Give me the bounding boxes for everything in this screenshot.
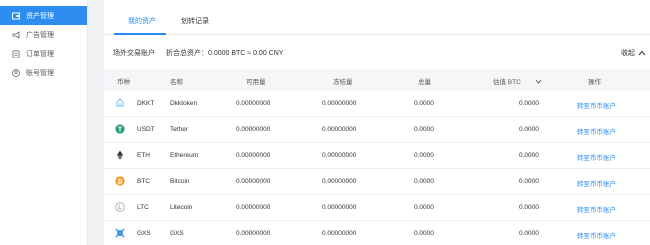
collapse-button[interactable]: 收起 xyxy=(621,48,646,58)
cell-symbol: USDT xyxy=(137,126,155,133)
cell-name: Ethereum xyxy=(170,152,199,159)
cell-frozen: 0.00000000 xyxy=(322,178,357,185)
cell-btc: 0.0000 xyxy=(519,178,539,185)
cell-frozen: 0.00000000 xyxy=(322,230,357,237)
cell-available: 0.00000000 xyxy=(236,126,271,133)
header-total: 总量 xyxy=(418,79,431,86)
transfer-to-spot-link[interactable]: 转至币币账户 xyxy=(577,152,616,162)
megaphone-icon xyxy=(12,30,20,39)
table-row: DKKT Dkktoken 0.00000000 0.00000000 0.0000 0.… xyxy=(104,91,650,117)
cell-available: 0.00000000 xyxy=(236,204,271,211)
cell-name: Dkktoken xyxy=(170,100,198,107)
account-name: 场外交易账户 xyxy=(113,50,155,57)
table-header: 币种 名称 可用量 冻结量 总量 估值 BTC 操作 xyxy=(104,69,650,91)
header-symbol: 币种 xyxy=(117,79,130,86)
cell-total: 0.0000 xyxy=(414,204,434,211)
sidebar-item-account[interactable]: 账号管理 xyxy=(0,63,87,82)
clipboard-icon xyxy=(12,50,20,58)
cell-frozen: 0.00000000 xyxy=(322,204,357,211)
cell-available: 0.00000000 xyxy=(236,152,271,159)
cell-symbol: BTC xyxy=(137,178,150,185)
cell-name: Litecoin xyxy=(170,204,193,211)
cell-frozen: 0.00000000 xyxy=(322,100,357,107)
cell-total: 0.0000 xyxy=(414,126,434,133)
transfer-to-spot-link[interactable]: 转至币币账户 xyxy=(577,204,616,214)
dkkt-icon xyxy=(115,98,125,108)
cell-available: 0.00000000 xyxy=(236,178,271,185)
header-action: 操作 xyxy=(588,79,601,86)
sidebar-item-assets[interactable]: 资产管理 xyxy=(0,6,87,25)
sidebar-item-label: 订单管理 xyxy=(26,50,54,58)
user-icon xyxy=(12,68,20,77)
cell-frozen: 0.00000000 xyxy=(322,152,357,159)
cell-available: 0.00000000 xyxy=(236,100,271,107)
transfer-to-spot-link[interactable]: 转至币币账户 xyxy=(577,100,616,110)
cell-btc: 0.0000 xyxy=(519,230,539,237)
sidebar-item-label: 广告管理 xyxy=(26,31,54,39)
account-total-assets: 折合总资产：0.0000 BTC ≈ 0.00 CNY xyxy=(166,50,284,57)
cell-total: 0.0000 xyxy=(414,230,434,237)
transfer-to-spot-link[interactable]: 转至币币账户 xyxy=(577,178,616,188)
header-frozen: 冻结量 xyxy=(333,79,353,86)
header-btc-value-label: 估值 BTC xyxy=(493,79,521,86)
sidebar: 资产管理 广告管理 订单管理 账号管理 xyxy=(0,0,88,245)
collapse-label: 收起 xyxy=(621,50,635,57)
eth-icon xyxy=(115,150,125,160)
cell-total: 0.0000 xyxy=(414,152,434,159)
cell-symbol: ETH xyxy=(137,152,150,159)
cell-btc: 0.0000 xyxy=(519,204,539,211)
cell-symbol: GXS xyxy=(137,230,151,237)
sidebar-item-orders[interactable]: 订单管理 xyxy=(0,44,87,63)
cell-frozen: 0.00000000 xyxy=(322,126,357,133)
account-summary: 场外交易账户 折合总资产：0.0000 BTC ≈ 0.00 CNY 收起 xyxy=(104,35,650,69)
table-row: USDT Tether 0.00000000 0.00000000 0.0000 0.00… xyxy=(104,117,650,143)
header-name: 名称 xyxy=(170,79,183,86)
ltc-icon xyxy=(115,202,125,212)
sidebar-item-ads[interactable]: 广告管理 xyxy=(0,25,87,44)
cell-btc: 0.0000 xyxy=(519,126,539,133)
transfer-to-spot-link[interactable]: 转至币币账户 xyxy=(577,230,616,240)
btc-icon: ₿ xyxy=(115,176,125,186)
cell-available: 0.00000000 xyxy=(236,230,271,237)
cell-symbol: LTC xyxy=(137,204,149,211)
gxs-icon xyxy=(115,228,125,238)
sidebar-item-label: 资产管理 xyxy=(26,12,54,20)
header-btc-value[interactable]: 估值 BTC xyxy=(493,76,542,86)
cell-btc: 0.0000 xyxy=(519,100,539,107)
cell-name: Tether xyxy=(170,126,189,133)
tab-my-assets[interactable]: 我的资产 xyxy=(128,16,156,26)
chevron-up-icon xyxy=(638,50,646,56)
chevron-down-icon xyxy=(535,79,542,84)
header-available: 可用量 xyxy=(246,79,266,86)
sidebar-item-label: 账号管理 xyxy=(26,69,54,77)
svg-text:₿: ₿ xyxy=(117,177,122,185)
table-row: ₿ BTC Bitcoin 0.00000000 0.00000000 0.0000 0.0… xyxy=(104,169,650,195)
cell-total: 0.0000 xyxy=(414,100,434,107)
tab-bar: 我的资产 划转记录 xyxy=(104,0,650,35)
table-row: ETH Ethereum 0.00000000 0.00000000 0.0000 0.0… xyxy=(104,143,650,169)
cell-symbol: DKKT xyxy=(137,100,155,107)
transfer-to-spot-link[interactable]: 转至币币账户 xyxy=(577,126,616,136)
table-row: LTC Litecoin 0.00000000 0.00000000 0.0000 0.0… xyxy=(104,195,650,221)
cell-total: 0.0000 xyxy=(414,178,434,185)
cell-btc: 0.0000 xyxy=(519,152,539,159)
usdt-icon xyxy=(115,124,125,134)
table-row: GXS GXS 0.00000000 0.00000000 0.0000 0.0000 转至… xyxy=(104,221,650,245)
asset-icon xyxy=(12,12,20,20)
tab-transfer-records[interactable]: 划转记录 xyxy=(181,16,209,26)
cell-name: GXS xyxy=(170,230,184,237)
cell-name: Bitcoin xyxy=(170,178,190,185)
main-panel: 我的资产 划转记录 场外交易账户 折合总资产：0.0000 BTC ≈ 0.00… xyxy=(104,0,650,245)
